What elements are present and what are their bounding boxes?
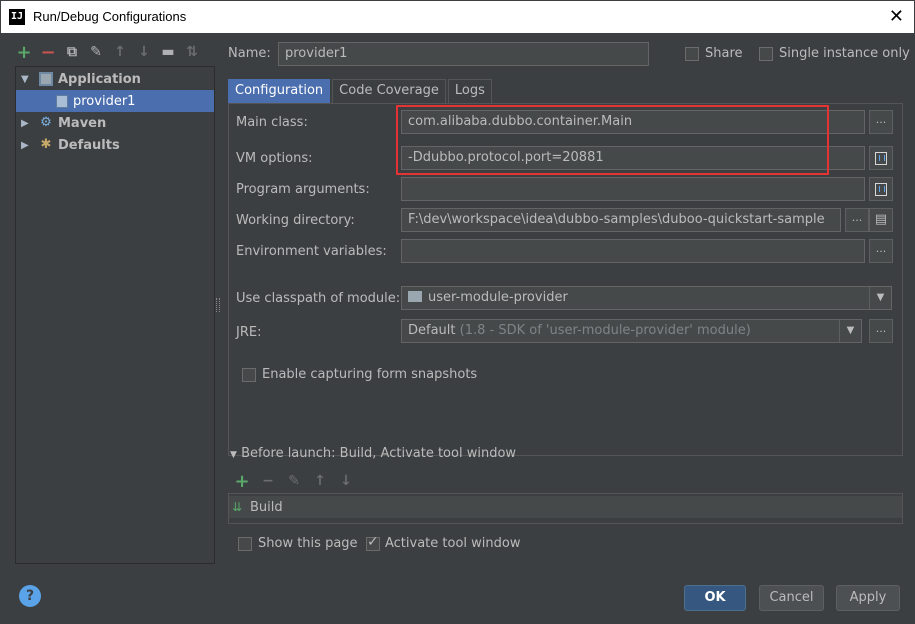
jre-label: JRE: — [236, 325, 262, 340]
title-bar: IJ Run/Debug Configurations ✕ — [1, 1, 914, 33]
classpath-module-value: user-module-provider — [428, 290, 568, 305]
tab-configuration[interactable]: Configuration — [228, 79, 331, 103]
environment-variables-input[interactable] — [401, 239, 865, 263]
tree-item-maven[interactable]: ▶ ⚙ Maven — [16, 112, 214, 134]
configuration-tree: ▼ Application provider1 ▶ ⚙ Maven ▶ ✱ De… — [15, 66, 215, 564]
move-up-icon[interactable]: ↑ — [112, 44, 128, 60]
tab-code-coverage[interactable]: Code Coverage — [332, 79, 446, 103]
environment-variables-browse-button[interactable]: ... — [869, 239, 893, 263]
tab-logs[interactable]: Logs — [447, 79, 492, 103]
sort-icon[interactable]: ⇅ — [184, 44, 200, 60]
classpath-module-label: Use classpath of module: — [236, 291, 401, 306]
share-checkbox[interactable] — [685, 47, 699, 61]
jre-browse-button[interactable]: ... — [869, 319, 893, 343]
window-title: Run/Debug Configurations — [33, 9, 187, 24]
environment-variables-label: Environment variables: — [236, 244, 387, 259]
jre-detail: (1.8 - SDK of 'user-module-provider' mod… — [459, 323, 751, 338]
jre-select[interactable]: Default (1.8 - SDK of 'user-module-provi… — [401, 319, 862, 343]
single-instance-label: Single instance only — [779, 46, 910, 61]
application-icon — [39, 72, 53, 86]
expand-arrow-icon: ▼ — [230, 450, 237, 460]
before-launch-header[interactable]: ▼ Before launch: Build, Activate tool wi… — [230, 446, 516, 461]
config-file-icon — [56, 94, 68, 108]
tree-item-application[interactable]: ▼ Application — [16, 68, 214, 90]
vm-options-label: VM options: — [236, 151, 313, 166]
move-down-icon[interactable]: ↓ — [136, 44, 152, 60]
edit-icon[interactable]: ✎ — [286, 473, 302, 489]
classpath-module-select[interactable]: user-module-provider ▼ — [401, 286, 892, 310]
expand-icon — [875, 151, 887, 165]
build-icon: ⇊ — [232, 500, 243, 514]
move-up-icon[interactable]: ↑ — [312, 473, 328, 489]
cancel-button[interactable]: Cancel — [759, 585, 824, 611]
list-item[interactable]: ⇊ Build — [229, 496, 902, 518]
chevron-down-icon[interactable]: ▼ — [869, 287, 891, 309]
chevron-down-icon[interactable]: ▼ — [839, 320, 861, 342]
tree-item-provider1[interactable]: provider1 — [16, 90, 214, 112]
single-instance-checkbox[interactable] — [759, 47, 773, 61]
collapse-arrow-icon[interactable]: ▶ — [21, 140, 33, 151]
activate-tool-window-checkbox[interactable]: ✓ — [366, 534, 380, 551]
main-class-browse-button[interactable]: ... — [869, 110, 893, 134]
activate-tool-window-label: Activate tool window — [385, 536, 521, 551]
tab-bar: Configuration Code Coverage Logs — [228, 79, 494, 103]
tree-item-label: Defaults — [58, 137, 120, 153]
defaults-icon: ✱ — [40, 137, 52, 152]
add-icon[interactable]: + — [16, 42, 32, 63]
tree-item-label: Maven — [58, 115, 107, 131]
tree-item-defaults[interactable]: ▶ ✱ Defaults — [16, 134, 214, 156]
program-arguments-expand-button[interactable] — [869, 177, 893, 201]
working-directory-browse-button[interactable]: ... — [845, 208, 869, 232]
tree-item-label: Application — [58, 71, 141, 87]
highlight-annotation-box — [396, 105, 829, 175]
add-icon[interactable]: + — [234, 471, 250, 492]
apply-button[interactable]: Apply — [836, 585, 900, 611]
build-label: Build — [250, 499, 283, 515]
program-arguments-input[interactable] — [401, 177, 865, 201]
show-page-label: Show this page — [258, 536, 358, 551]
ok-button[interactable]: OK — [684, 585, 746, 611]
copy-icon[interactable]: ⧉ — [64, 44, 80, 60]
program-arguments-label: Program arguments: — [236, 182, 370, 197]
folder-icon[interactable]: ▬ — [160, 44, 176, 60]
before-launch-label: Before launch: Build, Activate tool wind… — [241, 446, 517, 461]
working-directory-input[interactable]: F:\dev\workspace\idea\dubbo-samples\dubo… — [401, 208, 841, 232]
main-class-label: Main class: — [236, 115, 308, 130]
move-down-icon[interactable]: ↓ — [338, 473, 354, 489]
tree-item-label: provider1 — [73, 93, 136, 109]
dialog-content: + − ⧉ ✎ ↑ ↓ ▬ ⇅ ▼ Application provider1 … — [2, 33, 914, 623]
wrench-icon[interactable]: ✎ — [88, 44, 104, 60]
module-icon — [408, 291, 422, 302]
help-button[interactable]: ? — [19, 585, 41, 607]
vm-options-expand-button[interactable] — [869, 146, 893, 170]
run-debug-dialog: IJ Run/Debug Configurations ✕ + − ⧉ ✎ ↑ … — [0, 0, 915, 624]
remove-icon[interactable]: − — [260, 473, 276, 489]
name-label: Name: — [228, 46, 271, 61]
snapshots-checkbox[interactable] — [242, 368, 256, 382]
maven-icon: ⚙ — [40, 115, 52, 130]
show-page-checkbox[interactable] — [238, 537, 252, 551]
working-directory-macro-button[interactable]: ▤ — [869, 208, 893, 232]
before-launch-toolbar: + − ✎ ↑ ↓ — [234, 471, 354, 492]
remove-icon[interactable]: − — [40, 42, 56, 63]
jre-value: Default — [408, 323, 456, 338]
tree-toolbar: + − ⧉ ✎ ↑ ↓ ▬ ⇅ — [16, 41, 200, 63]
working-directory-label: Working directory: — [236, 213, 355, 228]
expand-icon — [875, 182, 887, 196]
before-launch-list: ⇊ Build — [228, 493, 903, 524]
collapse-arrow-icon[interactable]: ▶ — [21, 118, 33, 129]
close-icon[interactable]: ✕ — [889, 6, 904, 27]
splitter-handle[interactable] — [216, 298, 220, 312]
checkmark-icon: ✓ — [367, 534, 379, 550]
name-input[interactable]: provider1 — [278, 42, 649, 66]
expand-arrow-icon[interactable]: ▼ — [21, 74, 33, 85]
intellij-icon: IJ — [9, 9, 25, 25]
share-label: Share — [705, 46, 743, 61]
snapshots-label: Enable capturing form snapshots — [262, 367, 478, 382]
